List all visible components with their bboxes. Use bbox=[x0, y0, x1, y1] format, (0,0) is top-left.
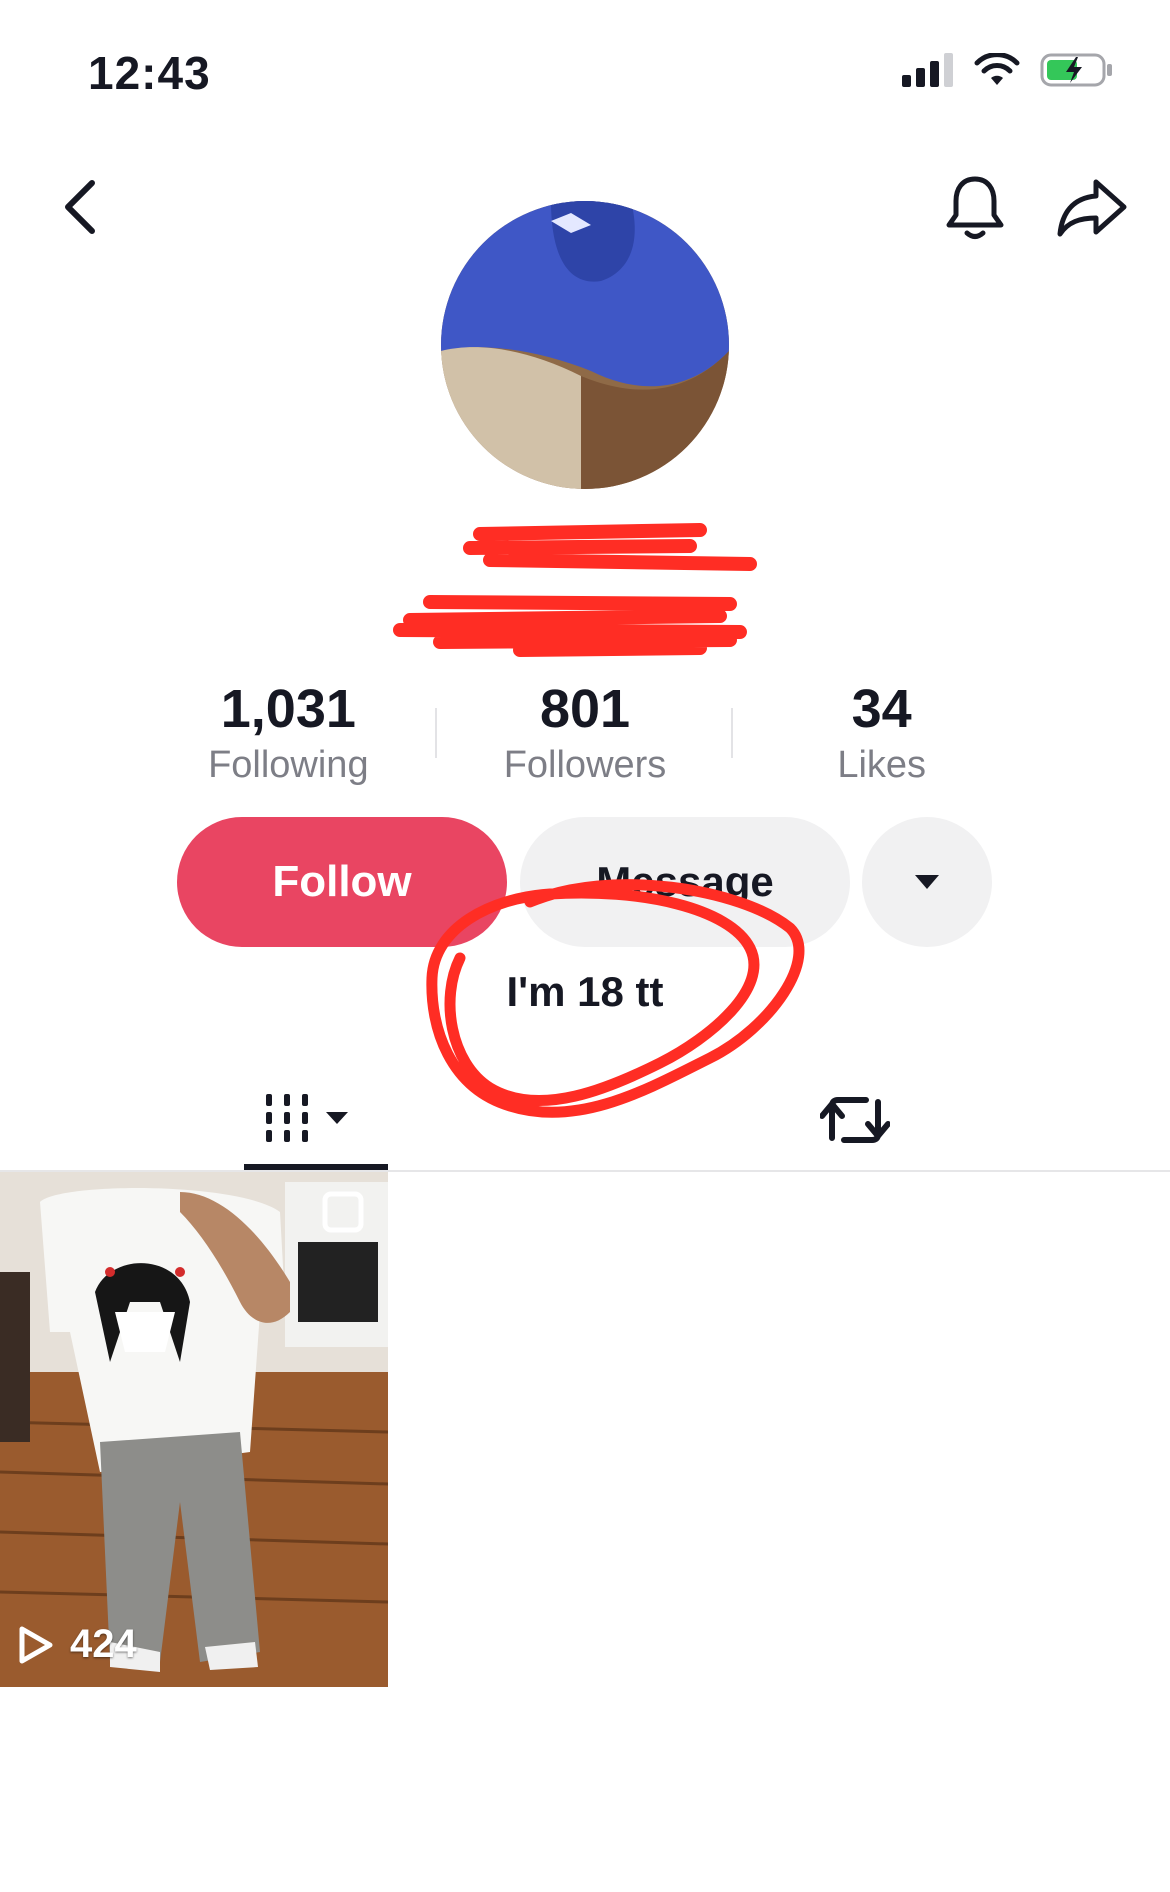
message-button[interactable]: Message bbox=[520, 817, 850, 947]
follow-button[interactable]: Follow bbox=[177, 817, 507, 947]
stat-likes[interactable]: 34 Likes bbox=[731, 678, 1030, 788]
stat-divider bbox=[731, 708, 734, 758]
wifi-icon bbox=[974, 53, 1020, 85]
caret-down-icon bbox=[915, 875, 939, 889]
video-thumbnail[interactable]: 424 bbox=[0, 1172, 388, 1687]
profile-avatar[interactable] bbox=[441, 201, 729, 489]
likes-label: Likes bbox=[837, 744, 927, 786]
status-icons bbox=[902, 52, 1114, 88]
profile-bio: I'm 18 tt bbox=[506, 968, 664, 1015]
notifications-button[interactable] bbox=[935, 168, 1015, 248]
repost-icon bbox=[820, 1097, 890, 1143]
video-play-count: 424 bbox=[18, 1622, 137, 1667]
status-time: 12:43 bbox=[88, 47, 211, 99]
tab-reposts[interactable] bbox=[800, 1070, 910, 1170]
share-button[interactable] bbox=[1048, 168, 1136, 248]
redaction-scribble bbox=[393, 523, 757, 657]
bell-icon bbox=[946, 176, 1004, 239]
following-label: Following bbox=[208, 744, 369, 786]
share-arrow-icon bbox=[1057, 179, 1127, 237]
signal-icon bbox=[902, 53, 953, 87]
play-count-value: 424 bbox=[70, 1622, 137, 1666]
profile-stats: 1,031 Following 801 Followers 34 Likes bbox=[140, 678, 1030, 788]
more-options-button[interactable] bbox=[862, 817, 992, 947]
video-still bbox=[0, 1172, 388, 1687]
followers-label: Followers bbox=[503, 744, 667, 786]
likes-count: 34 bbox=[851, 679, 912, 739]
followers-count: 801 bbox=[539, 679, 631, 739]
play-icon bbox=[19, 1626, 53, 1663]
avatar-photo bbox=[441, 201, 729, 489]
stat-followers[interactable]: 801 Followers bbox=[434, 678, 734, 788]
grid-icon bbox=[266, 1094, 348, 1142]
stat-divider bbox=[434, 708, 437, 758]
tab-videos[interactable] bbox=[244, 1070, 388, 1170]
chevron-left-icon bbox=[65, 180, 95, 234]
battery-charging-icon bbox=[1040, 53, 1112, 87]
back-button[interactable] bbox=[52, 172, 108, 242]
stat-following[interactable]: 1,031 Following bbox=[140, 678, 437, 788]
following-count: 1,031 bbox=[220, 679, 356, 739]
